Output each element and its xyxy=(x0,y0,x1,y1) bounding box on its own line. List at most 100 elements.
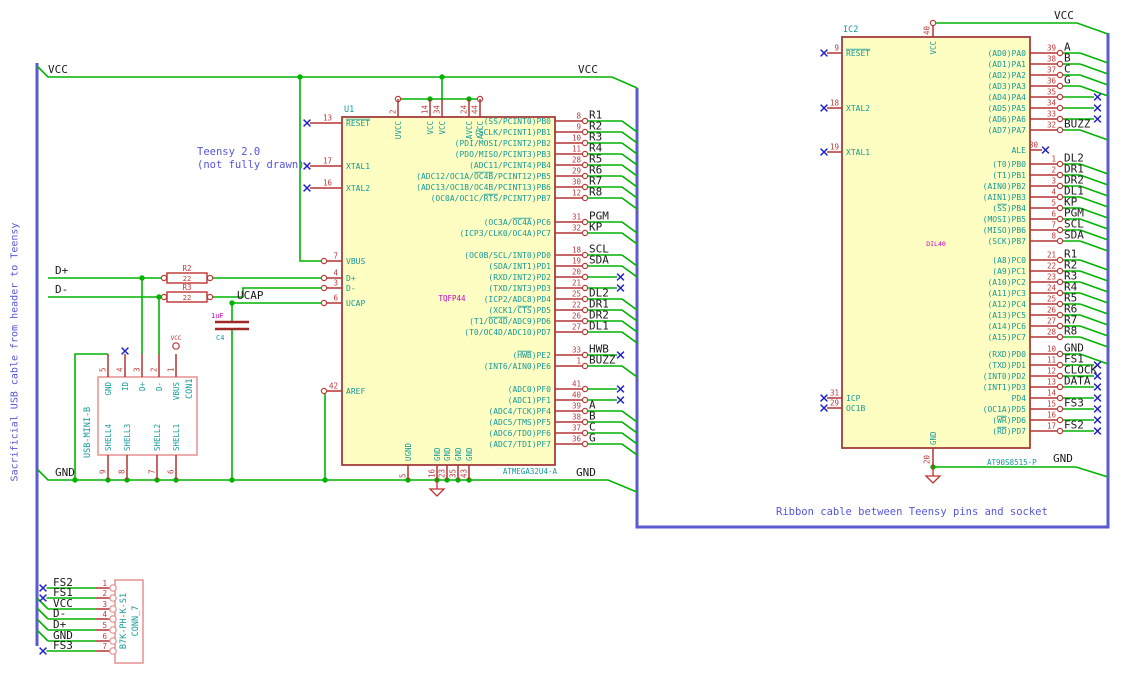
net-label-R8[interactable]: R8 xyxy=(1064,325,1077,338)
pin-number: 13 xyxy=(323,114,332,123)
pin-name: VBUS xyxy=(172,382,181,401)
pin-number: 22 xyxy=(572,301,581,310)
component-value: B7K-PH-K-S1 xyxy=(119,593,129,649)
pin-number: 26 xyxy=(572,312,582,321)
net-label-DATA[interactable]: DATA xyxy=(1064,375,1091,388)
pin-end-circle xyxy=(1056,237,1064,245)
net-label-VCC[interactable]: VCC xyxy=(1054,9,1074,22)
pin-end-circle xyxy=(1056,193,1064,201)
wire xyxy=(1079,229,1109,241)
net-label-G[interactable]: G xyxy=(1064,74,1071,87)
pin-end-circle xyxy=(581,284,589,292)
component-value: DIL40 xyxy=(926,240,946,248)
net-label-G[interactable]: G xyxy=(589,432,596,445)
no-connect-icon xyxy=(1093,383,1102,391)
resistor-r2[interactable]: R222 xyxy=(160,264,214,284)
pin-number: 3 xyxy=(133,367,142,372)
net-label-DL1[interactable]: DL1 xyxy=(589,320,609,333)
capacitor-c4[interactable]: 1uF C4 xyxy=(211,312,249,342)
pin-name: (RXD)PD0 xyxy=(987,350,1026,359)
pin-name: SHELL1 xyxy=(172,424,181,451)
comment-ribbon-cable[interactable]: Ribbon cable between Teensy pins and soc… xyxy=(776,506,1048,519)
pin-number: 32 xyxy=(1047,121,1056,130)
net-label-GND[interactable]: GND xyxy=(1053,452,1073,465)
pin-number: 10 xyxy=(1047,345,1057,354)
pin-end-circle xyxy=(160,293,168,301)
net-label-FS3[interactable]: FS3 xyxy=(53,639,73,652)
pin-number: 4 xyxy=(1051,188,1056,197)
pin-number: 16 xyxy=(323,179,333,188)
pin-number: 21 xyxy=(1047,251,1056,260)
pin-name: (WR)PD6 xyxy=(992,416,1026,425)
pin-end-circle xyxy=(109,626,117,634)
pin-end-circle xyxy=(1056,322,1064,330)
pin-name: ALE xyxy=(1012,146,1027,155)
net-label-UCAP[interactable]: UCAP xyxy=(237,289,264,302)
pin-end-circle xyxy=(1056,311,1064,319)
component-reference: R2 xyxy=(182,264,191,273)
pin-number: 25 xyxy=(1047,295,1056,304)
net-label-FS3[interactable]: FS3 xyxy=(1064,397,1084,410)
pin-number: 1 xyxy=(167,367,176,372)
pin-name: (TXD)PD1 xyxy=(987,361,1026,370)
pin-name: (AD1)PA1 xyxy=(987,60,1026,69)
pin-end-circle xyxy=(581,317,589,325)
net-label-D-[interactable]: D- xyxy=(55,283,68,296)
wire xyxy=(621,421,638,434)
pin-number: 5 xyxy=(102,621,107,630)
net-label-KP[interactable]: KP xyxy=(589,221,603,234)
pin-end-circle xyxy=(1056,361,1064,369)
wire xyxy=(1079,325,1109,337)
pin-name: (AD7)PA7 xyxy=(987,126,1026,135)
pin-name: (A9)PC1 xyxy=(992,267,1026,276)
wire xyxy=(1079,174,1109,186)
wire xyxy=(1079,129,1109,141)
net-label-GND[interactable]: GND xyxy=(55,466,75,479)
pin-end-circle xyxy=(1056,372,1064,380)
junction-dot xyxy=(439,74,445,80)
comment-usb-cable[interactable]: Sacrificial USB cable from header to Tee… xyxy=(10,223,21,482)
pin-name: UVCC xyxy=(394,121,403,139)
no-connect-icon xyxy=(1093,104,1102,112)
junction-dot xyxy=(229,300,235,306)
connector-con1-usb-mini-b[interactable]: USB-MINI-B CON1 5 GND 4 ID 3 D+ 2 D- 1 VBUS VCC 9 SHEL… xyxy=(83,335,198,480)
comment-teensy[interactable]: Teensy 2.0 (not fully drawn) xyxy=(197,146,304,172)
pin-name: VBUS xyxy=(346,257,365,266)
pin-number: 2 xyxy=(150,367,159,372)
net-label-FS2[interactable]: FS2 xyxy=(1064,419,1084,432)
pin-number: 5 xyxy=(99,367,108,372)
net-label-BUZZ[interactable]: BUZZ xyxy=(589,354,616,367)
net-label-R8[interactable]: R8 xyxy=(589,186,602,199)
pin-end-circle xyxy=(1056,394,1064,402)
ic-ic2-at90s8515[interactable]: IC2DIL40AT90S8515-P40VCC20GND9RESET18XTA… xyxy=(820,19,1102,484)
pin-number: 6 xyxy=(1051,210,1056,219)
pin-number: 16 xyxy=(1047,411,1057,420)
net-label-D+[interactable]: D+ xyxy=(55,264,69,277)
pin-number: 27 xyxy=(572,323,581,332)
no-connect-icon xyxy=(121,347,129,355)
schematic-canvas[interactable]: VCC VCCD+D- UCAPGND GNDVCCGNDU1TQFP44ATMEGA… xyxy=(0,0,1131,690)
net-label-SDA[interactable]: SDA xyxy=(589,254,609,267)
pin-number: 7 xyxy=(148,469,157,474)
net-label-VCC[interactable]: VCC xyxy=(578,63,598,76)
no-connect-icon xyxy=(39,594,47,602)
resistor-r3[interactable]: R322 xyxy=(160,283,214,303)
pin-number: 1 xyxy=(1051,155,1056,164)
pin-number: 21 xyxy=(572,279,581,288)
pin-end-circle xyxy=(581,328,589,336)
pin-number: 2 xyxy=(102,589,107,598)
net-label-VCC[interactable]: VCC xyxy=(48,63,68,76)
pin-number: 18 xyxy=(572,246,582,255)
pin-end-circle xyxy=(581,161,589,169)
net-label-BUZZ[interactable]: BUZZ xyxy=(1064,118,1091,131)
pin-number: 22 xyxy=(1047,262,1056,271)
net-label-SDA[interactable]: SDA xyxy=(1064,229,1084,242)
pin-name: RESET xyxy=(846,49,870,58)
pin-number: 41 xyxy=(572,380,581,389)
net-label-GND[interactable]: GND xyxy=(576,466,596,479)
pin-name: VCC xyxy=(929,41,938,55)
pin-name: (T1)PB1 xyxy=(992,171,1026,180)
ic-u1-atmega32u4[interactable]: U1TQFP44ATMEGA32U4-A2UVCC14VCC34VCC24AVC… xyxy=(303,99,625,480)
wire xyxy=(36,618,49,631)
wire xyxy=(1079,207,1109,219)
